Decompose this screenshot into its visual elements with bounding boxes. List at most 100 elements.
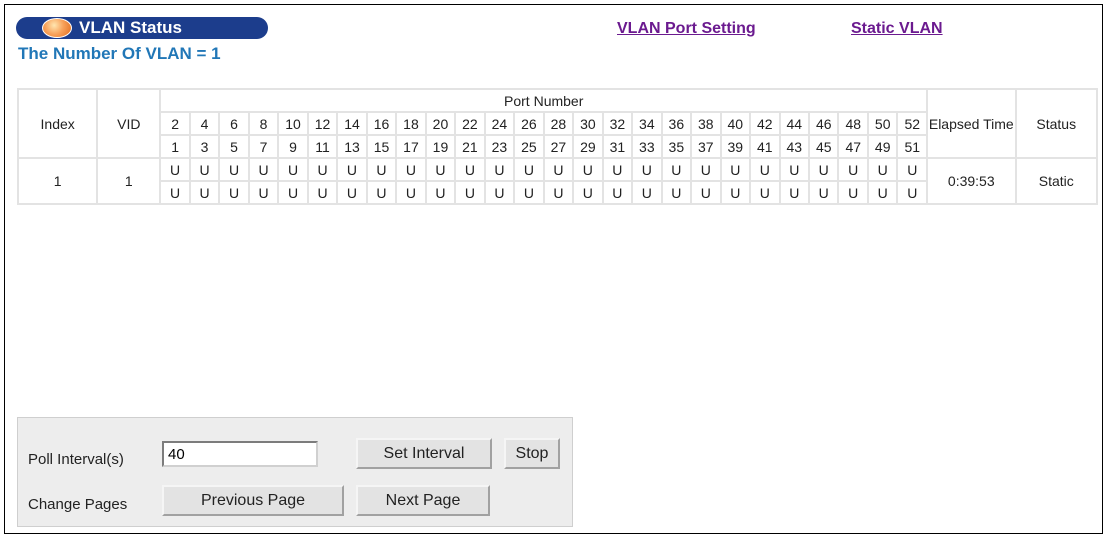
port-number-header: 18 — [395, 111, 427, 136]
port-number-header: 47 — [837, 134, 869, 159]
port-membership-cell: U — [660, 180, 693, 205]
port-membership-cell: U — [159, 180, 191, 205]
port-number-header: 49 — [866, 134, 899, 159]
table-header-row: Index VID Port Number Elapsed Time Statu… — [16, 88, 1098, 159]
port-membership-cell: U — [424, 157, 457, 182]
poll-interval-input[interactable] — [162, 441, 318, 467]
port-number-header: 20 — [424, 111, 457, 136]
header-status: Status — [1014, 88, 1098, 159]
port-membership-cell: U — [306, 180, 339, 205]
port-number-header: 36 — [660, 111, 693, 136]
port-membership-cell: U — [277, 180, 309, 205]
port-membership-cell: U — [896, 157, 929, 182]
port-membership-cell: U — [660, 157, 693, 182]
port-number-header: 29 — [572, 134, 604, 159]
port-membership-cell: U — [572, 180, 604, 205]
port-number-header: 3 — [188, 134, 221, 159]
port-number-header: 50 — [866, 111, 899, 136]
page-title: VLAN Status — [79, 18, 182, 37]
port-membership-cell: U — [542, 157, 575, 182]
port-number-header: 48 — [837, 111, 869, 136]
port-membership-cell: U — [424, 180, 457, 205]
static-vlan-link[interactable]: Static VLAN — [851, 20, 943, 38]
port-number-header: 51 — [896, 134, 929, 159]
port-number-header: 44 — [778, 111, 811, 136]
port-membership-cell: U — [807, 157, 840, 182]
table-row: 1 1 U U U U U U U U U U U U U U U U U U U U U U U U U U 0:39:53 Stati… — [16, 157, 1098, 205]
port-number-header: 22 — [454, 111, 486, 136]
port-membership-cell: U — [837, 180, 869, 205]
port-membership-cell: U — [395, 180, 427, 205]
port-membership-cell: U — [336, 180, 368, 205]
port-number-header: 13 — [336, 134, 368, 159]
vlan-status-panel: VLAN Status The Number Of VLAN = 1 VLAN … — [4, 4, 1103, 534]
vlan-count-text: The Number Of VLAN = 1 — [18, 44, 221, 63]
vlan-port-setting-link[interactable]: VLAN Port Setting — [617, 20, 756, 38]
port-membership-cell: U — [483, 157, 516, 182]
port-number-header: 12 — [306, 111, 339, 136]
port-number-header: 34 — [631, 111, 663, 136]
port-number-header: 21 — [454, 134, 486, 159]
port-number-header: 28 — [542, 111, 575, 136]
stop-button[interactable]: Stop — [504, 438, 560, 469]
poll-interval-label: Poll Interval(s) — [28, 451, 124, 468]
port-number-header: 25 — [513, 134, 545, 159]
port-number-header: 17 — [395, 134, 427, 159]
port-membership-cell: U — [837, 157, 869, 182]
port-membership-cell: U — [247, 157, 280, 182]
port-membership-cell: U — [395, 157, 427, 182]
port-membership-cell: U — [306, 157, 339, 182]
port-membership-cell: U — [778, 180, 811, 205]
port-number-header: 11 — [306, 134, 339, 159]
previous-page-button[interactable]: Previous Page — [162, 485, 344, 516]
set-interval-button[interactable]: Set Interval — [356, 438, 492, 469]
port-membership-cell: U — [542, 180, 575, 205]
port-number-header: 7 — [247, 134, 280, 159]
port-membership-cell: U — [218, 180, 250, 205]
title-banner: VLAN Status — [16, 17, 268, 39]
port-membership-cell: U — [159, 157, 191, 182]
port-number-header: 15 — [365, 134, 398, 159]
port-number-header: 10 — [277, 111, 309, 136]
status-orb-icon — [42, 18, 72, 38]
row-index: 1 — [16, 157, 99, 205]
port-number-header: 24 — [483, 111, 516, 136]
port-number-header: 9 — [277, 134, 309, 159]
port-number-header: 6 — [218, 111, 250, 136]
port-number-header: 23 — [483, 134, 516, 159]
port-number-header: 31 — [601, 134, 634, 159]
row-vid: 1 — [96, 157, 162, 205]
port-number-header: 35 — [660, 134, 693, 159]
port-number-header: 19 — [424, 134, 457, 159]
row-status: Static — [1014, 157, 1098, 205]
port-membership-cell: U — [749, 180, 781, 205]
port-membership-cell: U — [601, 157, 634, 182]
port-membership-cell: U — [483, 180, 516, 205]
port-membership-cell: U — [513, 180, 545, 205]
port-number-header: 39 — [719, 134, 752, 159]
port-number-header: 16 — [365, 111, 398, 136]
port-number-header: 14 — [336, 111, 368, 136]
port-number-header: 27 — [542, 134, 575, 159]
port-number-header: 32 — [601, 111, 634, 136]
change-pages-label: Change Pages — [28, 496, 128, 513]
port-membership-cell: U — [513, 157, 545, 182]
header-vid: VID — [96, 88, 162, 159]
port-membership-cell: U — [188, 157, 221, 182]
port-membership-cell: U — [631, 157, 663, 182]
port-membership-cell: U — [866, 157, 899, 182]
port-membership-cell: U — [454, 157, 486, 182]
port-membership-cell: U — [365, 180, 398, 205]
port-number-header: 37 — [690, 134, 722, 159]
port-membership-cell: U — [572, 157, 604, 182]
header-elapsed-time: Elapsed Time — [926, 88, 1017, 159]
poll-control-box: Poll Interval(s) Set Interval Stop Chang… — [17, 417, 573, 527]
port-membership-cell: U — [896, 180, 929, 205]
next-page-button[interactable]: Next Page — [356, 485, 490, 516]
port-membership-cell: U — [454, 180, 486, 205]
row-elapsed-time: 0:39:53 — [926, 157, 1017, 205]
port-membership-cell: U — [690, 157, 722, 182]
vlan-status-table: Index VID Port Number Elapsed Time Statu… — [16, 88, 1098, 205]
port-membership-cell: U — [631, 180, 663, 205]
port-number-header: 40 — [719, 111, 752, 136]
